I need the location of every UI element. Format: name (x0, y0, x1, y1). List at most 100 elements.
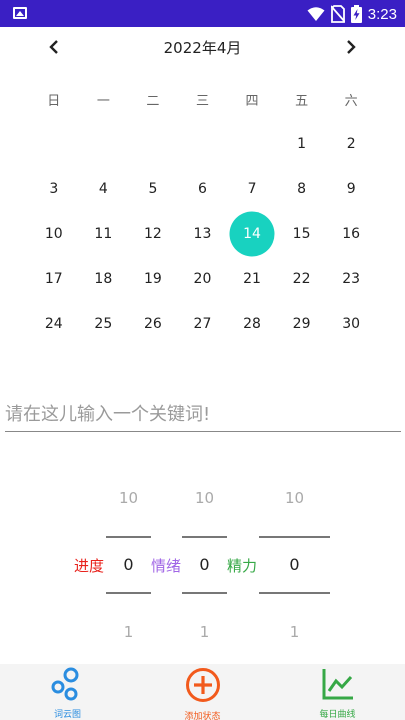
progress-picker[interactable]: 10 0 1 (106, 480, 151, 650)
calendar-day-number: 6 (198, 180, 207, 197)
calendar-day-number: 27 (193, 315, 212, 332)
calendar-day-number: 23 (342, 270, 361, 287)
calendar-grid: 日 一 二 三 四 五 六 1 2 3 4 5 6 7 8 9 10 11 12 13 14 15 16 17 1… (29, 77, 376, 346)
calendar-day[interactable]: 27 (178, 301, 228, 346)
calendar-day-number: 15 (292, 225, 311, 242)
calendar-empty-cell (79, 121, 129, 166)
calendar-day-number: 3 (49, 180, 59, 197)
calendar-week: 10 11 12 13 14 15 16 (29, 211, 376, 256)
calendar-day-number: 21 (243, 270, 261, 287)
nav-add-status[interactable]: 添加状态 (135, 664, 270, 720)
picker-above-value[interactable]: 10 (259, 480, 330, 516)
nav-word-cloud[interactable]: 词云图 (0, 664, 135, 720)
calendar-empty-cell (178, 121, 228, 166)
calendar-day-selected[interactable]: 14 (227, 211, 277, 256)
calendar-day[interactable]: 1 (277, 121, 327, 166)
calendar-header: 2022年4月 (0, 33, 405, 61)
weekday-label: 三 (195, 93, 209, 109)
calendar-day[interactable]: 17 (29, 256, 79, 301)
wifi-icon (307, 7, 325, 21)
image-notification-icon (13, 7, 27, 19)
calendar-day-number: 25 (94, 315, 113, 332)
calendar-day-number: 11 (94, 225, 113, 242)
no-sim-icon (330, 5, 345, 23)
calendar-day-number: 19 (143, 270, 162, 287)
bubbles-icon (50, 667, 86, 701)
keyword-input[interactable] (5, 398, 401, 432)
weekday-label: 五 (295, 93, 309, 109)
calendar-day[interactable]: 16 (326, 211, 376, 256)
calendar-day-number: 17 (44, 270, 63, 287)
calendar-day[interactable]: 10 (29, 211, 79, 256)
calendar-day[interactable]: 4 (79, 166, 129, 211)
picker-current-value[interactable]: 0 (106, 538, 151, 592)
picker-current-value[interactable]: 0 (259, 538, 330, 592)
calendar-day[interactable]: 18 (79, 256, 129, 301)
calendar-day[interactable]: 30 (326, 301, 376, 346)
calendar-day[interactable]: 20 (178, 256, 228, 301)
calendar-day[interactable]: 21 (227, 256, 277, 301)
calendar-day-number: 14 (243, 225, 261, 242)
calendar-day-number: 8 (297, 180, 307, 197)
calendar-day[interactable]: 7 (227, 166, 277, 211)
calendar-day-number: 13 (193, 225, 212, 242)
next-month-button[interactable] (339, 35, 363, 59)
calendar-day[interactable]: 23 (326, 256, 376, 301)
calendar-day[interactable]: 6 (178, 166, 228, 211)
weekday-label: 四 (245, 93, 259, 109)
calendar-day[interactable]: 15 (277, 211, 327, 256)
calendar-day[interactable]: 22 (277, 256, 327, 301)
picker-above-value[interactable]: 10 (106, 480, 151, 516)
calendar-day-number: 12 (143, 225, 162, 242)
calendar-day[interactable]: 11 (79, 211, 129, 256)
picker-above-value[interactable]: 10 (182, 480, 227, 516)
calendar-day-number: 28 (243, 315, 261, 332)
picker-below-value[interactable]: 1 (259, 614, 330, 650)
calendar-day-number: 9 (346, 180, 356, 197)
calendar-day[interactable]: 28 (227, 301, 277, 346)
calendar-day-number: 5 (148, 180, 158, 197)
calendar-day[interactable]: 24 (29, 301, 79, 346)
calendar-day-number: 24 (44, 315, 63, 332)
calendar-day[interactable]: 29 (277, 301, 327, 346)
calendar-day-number: 7 (247, 180, 257, 197)
calendar-day[interactable]: 8 (277, 166, 327, 211)
calendar-day[interactable]: 5 (128, 166, 178, 211)
calendar-week: 3 4 5 6 7 8 9 (29, 166, 376, 211)
calendar-day-number: 26 (143, 315, 162, 332)
calendar-week: 12 (29, 121, 376, 166)
bottom-nav: 词云图 添加状态 每日曲线 (0, 664, 405, 720)
weekday-label: 日 (47, 93, 61, 109)
calendar-day[interactable]: 19 (128, 256, 178, 301)
calendar-day[interactable]: 12 (128, 211, 178, 256)
nav-label: 词云图 (53, 710, 81, 720)
calendar-day-number: 10 (44, 225, 63, 242)
calendar-empty-cell (128, 121, 178, 166)
clock: 3:23 (367, 5, 397, 23)
mood-picker[interactable]: 10 0 1 (182, 480, 227, 650)
calendar-day-number: 16 (342, 225, 361, 242)
nav-daily-curve[interactable]: 每日曲线 (270, 664, 405, 720)
line-chart-icon (320, 667, 356, 701)
calendar-day[interactable]: 3 (29, 166, 79, 211)
calendar-day-number: 1 (297, 135, 307, 152)
energy-label: 精力 (227, 557, 258, 575)
calendar-day[interactable]: 13 (178, 211, 228, 256)
nav-label: 每日曲线 (319, 710, 356, 720)
energy-picker[interactable]: 10 0 1 (259, 480, 330, 650)
weekday-label: 二 (146, 93, 160, 109)
calendar-day-number: 4 (98, 180, 108, 197)
status-bar: 3:23 (0, 0, 405, 27)
picker-below-value[interactable]: 1 (182, 614, 227, 650)
calendar-weeks: 1 2 3 4 5 6 7 8 9 10 11 12 13 14 15 16 17 18 19 20 21 22 23 24 2… (29, 121, 376, 346)
weekday-row: 日 一 二 三 四 五 六 (29, 77, 376, 121)
calendar-day-number: 30 (342, 315, 361, 332)
picker-below-value[interactable]: 1 (106, 614, 151, 650)
weekday-label: 一 (96, 93, 110, 109)
calendar-day[interactable]: 26 (128, 301, 178, 346)
calendar-day[interactable]: 9 (326, 166, 376, 211)
calendar-day[interactable]: 25 (79, 301, 129, 346)
battery-charging-icon (350, 5, 362, 23)
calendar-day[interactable]: 2 (326, 121, 376, 166)
picker-current-value[interactable]: 0 (182, 538, 227, 592)
